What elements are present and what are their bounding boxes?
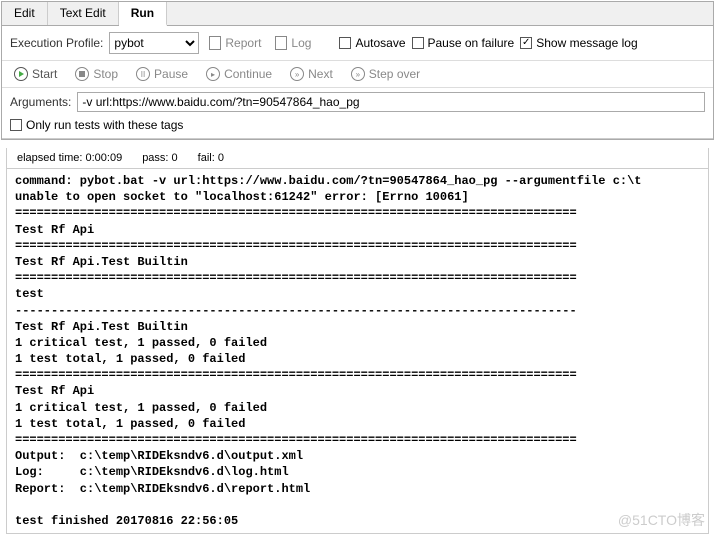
checkbox-icon [339, 37, 351, 49]
log-button[interactable]: Log [271, 34, 315, 52]
exec-profile-select[interactable]: pybot [109, 32, 199, 54]
tags-row: Only run tests with these tags [2, 116, 713, 139]
checkbox-icon [412, 37, 424, 49]
status-bar: elapsed time: 0:00:09 pass: 0 fail: 0 [6, 148, 709, 168]
continue-icon: ▸ [206, 67, 220, 81]
show-log-label: Show message log [536, 36, 637, 50]
pause-label: Pause [154, 67, 188, 81]
arguments-label: Arguments: [10, 95, 71, 109]
log-label: Log [291, 36, 311, 50]
stop-button[interactable]: Stop [71, 65, 122, 83]
tab-run[interactable]: Run [119, 2, 167, 26]
next-icon: » [290, 67, 304, 81]
elapsed-time: elapsed time: 0:00:09 [17, 152, 122, 164]
autosave-label: Autosave [355, 36, 405, 50]
toolbar-row-2: Start Stop II Pause ▸ Continue » Next » Step… [2, 61, 713, 88]
tab-bar: Edit Text Edit Run [2, 2, 713, 26]
report-icon [209, 36, 221, 50]
start-button[interactable]: Start [10, 65, 61, 83]
pass-count: pass: 0 [142, 152, 177, 164]
tab-text-edit[interactable]: Text Edit [48, 2, 119, 25]
fail-count: fail: 0 [198, 152, 224, 164]
next-label: Next [308, 67, 333, 81]
checkbox-checked-icon: ✓ [520, 37, 532, 49]
pause-icon: II [136, 67, 150, 81]
play-icon [14, 67, 28, 81]
step-over-button[interactable]: » Step over [347, 65, 424, 83]
exec-profile-label: Execution Profile: [10, 36, 103, 50]
toolbar-row-1: Execution Profile: pybot Report Log Auto… [2, 26, 713, 61]
continue-button[interactable]: ▸ Continue [202, 65, 276, 83]
autosave-checkbox[interactable]: Autosave [339, 36, 405, 50]
log-icon [275, 36, 287, 50]
step-over-label: Step over [369, 67, 420, 81]
checkbox-icon [10, 119, 22, 131]
pause-on-failure-checkbox[interactable]: Pause on failure [412, 36, 515, 50]
pause-button[interactable]: II Pause [132, 65, 192, 83]
report-button[interactable]: Report [205, 34, 265, 52]
arguments-row: Arguments: [2, 88, 713, 116]
continue-label: Continue [224, 67, 272, 81]
pause-fail-label: Pause on failure [428, 36, 515, 50]
watermark: @51CTO博客 [618, 510, 705, 530]
report-label: Report [225, 36, 261, 50]
console-output: command: pybot.bat -v url:https://www.ba… [6, 168, 709, 534]
tab-edit[interactable]: Edit [2, 2, 48, 25]
step-over-icon: » [351, 67, 365, 81]
arguments-input[interactable] [77, 92, 705, 112]
show-message-log-checkbox[interactable]: ✓ Show message log [520, 36, 637, 50]
next-button[interactable]: » Next [286, 65, 337, 83]
only-run-tags-checkbox[interactable]: Only run tests with these tags [10, 118, 183, 132]
stop-icon [75, 67, 89, 81]
stop-label: Stop [93, 67, 118, 81]
start-label: Start [32, 67, 57, 81]
tags-label: Only run tests with these tags [26, 118, 183, 132]
